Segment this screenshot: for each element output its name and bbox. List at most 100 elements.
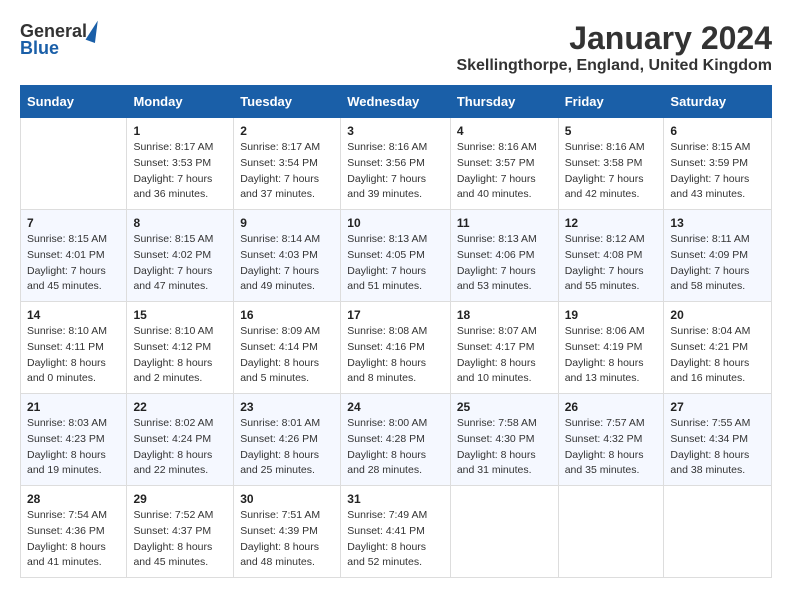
- day-cell: 2 Sunrise: 8:17 AMSunset: 3:54 PMDaylight…: [234, 118, 341, 210]
- week-row-5: 28Sunrise: 7:54 AMSunset: 4:36 PMDayligh…: [21, 486, 772, 578]
- day-number: 5: [565, 124, 658, 138]
- day-number: 25: [457, 400, 552, 414]
- day-detail: Sunrise: 8:08 AMSunset: 4:16 PMDaylight:…: [347, 324, 444, 387]
- day-number: 8: [133, 216, 227, 230]
- day-cell: 13 Sunrise: 8:11 AMSunset: 4:09 PMDayligh…: [664, 210, 772, 302]
- day-cell: 3Sunrise: 8:16 AMSunset: 3:56 PMDaylight…: [341, 118, 451, 210]
- day-cell: 23 Sunrise: 8:01 AMSunset: 4:26 PMDayligh…: [234, 394, 341, 486]
- day-cell: 16 Sunrise: 8:09 AMSunset: 4:14 PMDayligh…: [234, 302, 341, 394]
- day-number: 30: [240, 492, 334, 506]
- day-cell: 25 Sunrise: 7:58 AMSunset: 4:30 PMDayligh…: [450, 394, 558, 486]
- day-cell: 14Sunrise: 8:10 AMSunset: 4:11 PMDayligh…: [21, 302, 127, 394]
- day-cell: 11 Sunrise: 8:13 AMSunset: 4:06 PMDayligh…: [450, 210, 558, 302]
- day-cell: [21, 118, 127, 210]
- logo-triangle-icon: [86, 19, 103, 43]
- title-section: January 2024 Skellingthorpe, England, Un…: [456, 20, 772, 75]
- calendar-header-row: SundayMondayTuesdayWednesdayThursdayFrid…: [21, 86, 772, 118]
- header-saturday: Saturday: [664, 86, 772, 118]
- day-cell: [664, 486, 772, 578]
- day-detail: Sunrise: 8:09 AMSunset: 4:14 PMDaylight:…: [240, 324, 334, 387]
- day-number: 26: [565, 400, 658, 414]
- logo-blue: Blue: [20, 38, 59, 59]
- day-number: 13: [670, 216, 765, 230]
- day-number: 10: [347, 216, 444, 230]
- day-number: 19: [565, 308, 658, 322]
- day-number: 14: [27, 308, 120, 322]
- day-detail: Sunrise: 8:02 AMSunset: 4:24 PMDaylight:…: [133, 416, 227, 479]
- day-cell: 22 Sunrise: 8:02 AMSunset: 4:24 PMDayligh…: [127, 394, 234, 486]
- header-friday: Friday: [558, 86, 664, 118]
- day-cell: 17 Sunrise: 8:08 AMSunset: 4:16 PMDayligh…: [341, 302, 451, 394]
- day-number: 2: [240, 124, 334, 138]
- week-row-2: 7 Sunrise: 8:15 AMSunset: 4:01 PMDaylight…: [21, 210, 772, 302]
- day-detail: Sunrise: 8:15 AMSunset: 4:02 PMDaylight:…: [133, 232, 227, 295]
- day-number: 3: [347, 124, 444, 138]
- day-detail: Sunrise: 7:58 AMSunset: 4:30 PMDaylight:…: [457, 416, 552, 479]
- day-detail: Sunrise: 8:17 AMSunset: 3:54 PMDaylight:…: [240, 140, 334, 203]
- week-row-1: 1Sunrise: 8:17 AMSunset: 3:53 PMDaylight…: [21, 118, 772, 210]
- day-number: 31: [347, 492, 444, 506]
- day-number: 21: [27, 400, 120, 414]
- day-detail: Sunrise: 8:15 AMSunset: 4:01 PMDaylight:…: [27, 232, 120, 295]
- header: General Blue January 2024 Skellingthorpe…: [20, 20, 772, 75]
- week-row-3: 14Sunrise: 8:10 AMSunset: 4:11 PMDayligh…: [21, 302, 772, 394]
- day-detail: Sunrise: 7:57 AMSunset: 4:32 PMDaylight:…: [565, 416, 658, 479]
- day-detail: Sunrise: 7:49 AMSunset: 4:41 PMDaylight:…: [347, 508, 444, 571]
- day-cell: 28Sunrise: 7:54 AMSunset: 4:36 PMDayligh…: [21, 486, 127, 578]
- day-number: 23: [240, 400, 334, 414]
- day-cell: 12Sunrise: 8:12 AMSunset: 4:08 PMDayligh…: [558, 210, 664, 302]
- day-number: 20: [670, 308, 765, 322]
- day-number: 15: [133, 308, 227, 322]
- day-cell: 1Sunrise: 8:17 AMSunset: 3:53 PMDaylight…: [127, 118, 234, 210]
- day-cell: 31 Sunrise: 7:49 AMSunset: 4:41 PMDayligh…: [341, 486, 451, 578]
- day-number: 22: [133, 400, 227, 414]
- day-detail: Sunrise: 7:54 AMSunset: 4:36 PMDaylight:…: [27, 508, 120, 571]
- day-cell: [450, 486, 558, 578]
- week-row-4: 21 Sunrise: 8:03 AMSunset: 4:23 PMDayligh…: [21, 394, 772, 486]
- day-detail: Sunrise: 8:14 AMSunset: 4:03 PMDaylight:…: [240, 232, 334, 295]
- day-detail: Sunrise: 8:00 AMSunset: 4:28 PMDaylight:…: [347, 416, 444, 479]
- day-number: 11: [457, 216, 552, 230]
- day-number: 1: [133, 124, 227, 138]
- header-tuesday: Tuesday: [234, 86, 341, 118]
- location-title: Skellingthorpe, England, United Kingdom: [456, 57, 772, 75]
- day-number: 9: [240, 216, 334, 230]
- day-cell: 21 Sunrise: 8:03 AMSunset: 4:23 PMDayligh…: [21, 394, 127, 486]
- header-wednesday: Wednesday: [341, 86, 451, 118]
- day-detail: Sunrise: 8:01 AMSunset: 4:26 PMDaylight:…: [240, 416, 334, 479]
- day-cell: 7 Sunrise: 8:15 AMSunset: 4:01 PMDaylight…: [21, 210, 127, 302]
- day-cell: 8 Sunrise: 8:15 AMSunset: 4:02 PMDaylight…: [127, 210, 234, 302]
- day-detail: Sunrise: 8:06 AMSunset: 4:19 PMDaylight:…: [565, 324, 658, 387]
- header-sunday: Sunday: [21, 86, 127, 118]
- day-cell: 9 Sunrise: 8:14 AMSunset: 4:03 PMDaylight…: [234, 210, 341, 302]
- day-detail: Sunrise: 8:16 AMSunset: 3:57 PMDaylight:…: [457, 140, 552, 203]
- day-detail: Sunrise: 8:10 AMSunset: 4:12 PMDaylight:…: [133, 324, 227, 387]
- day-detail: Sunrise: 8:16 AMSunset: 3:58 PMDaylight:…: [565, 140, 658, 203]
- day-detail: Sunrise: 8:04 AMSunset: 4:21 PMDaylight:…: [670, 324, 765, 387]
- day-cell: [558, 486, 664, 578]
- header-thursday: Thursday: [450, 86, 558, 118]
- day-detail: Sunrise: 8:03 AMSunset: 4:23 PMDaylight:…: [27, 416, 120, 479]
- calendar-table: SundayMondayTuesdayWednesdayThursdayFrid…: [20, 85, 772, 578]
- day-number: 18: [457, 308, 552, 322]
- day-number: 17: [347, 308, 444, 322]
- day-number: 7: [27, 216, 120, 230]
- day-cell: 5 Sunrise: 8:16 AMSunset: 3:58 PMDaylight…: [558, 118, 664, 210]
- day-number: 4: [457, 124, 552, 138]
- day-number: 6: [670, 124, 765, 138]
- day-cell: 4 Sunrise: 8:16 AMSunset: 3:57 PMDaylight…: [450, 118, 558, 210]
- day-detail: Sunrise: 8:12 AMSunset: 4:08 PMDaylight:…: [565, 232, 658, 295]
- header-monday: Monday: [127, 86, 234, 118]
- day-detail: Sunrise: 7:55 AMSunset: 4:34 PMDaylight:…: [670, 416, 765, 479]
- day-cell: 26 Sunrise: 7:57 AMSunset: 4:32 PMDayligh…: [558, 394, 664, 486]
- day-detail: Sunrise: 8:11 AMSunset: 4:09 PMDaylight:…: [670, 232, 765, 295]
- day-cell: 30 Sunrise: 7:51 AMSunset: 4:39 PMDayligh…: [234, 486, 341, 578]
- day-detail: Sunrise: 7:51 AMSunset: 4:39 PMDaylight:…: [240, 508, 334, 571]
- day-number: 16: [240, 308, 334, 322]
- day-cell: 6Sunrise: 8:15 AMSunset: 3:59 PMDaylight…: [664, 118, 772, 210]
- day-cell: 20 Sunrise: 8:04 AMSunset: 4:21 PMDayligh…: [664, 302, 772, 394]
- day-cell: 18Sunrise: 8:07 AMSunset: 4:17 PMDayligh…: [450, 302, 558, 394]
- day-cell: 29Sunrise: 7:52 AMSunset: 4:37 PMDayligh…: [127, 486, 234, 578]
- day-detail: Sunrise: 8:13 AMSunset: 4:06 PMDaylight:…: [457, 232, 552, 295]
- day-number: 29: [133, 492, 227, 506]
